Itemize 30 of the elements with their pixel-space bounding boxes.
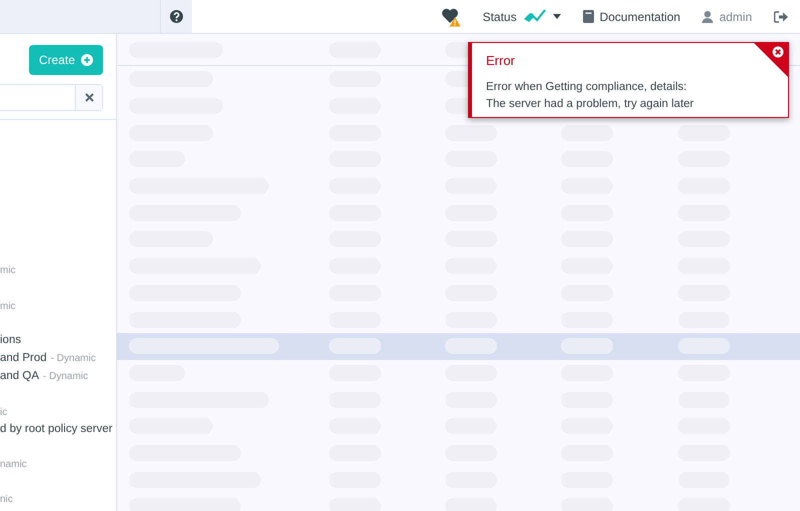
tree-item[interactable]: mic	[0, 298, 16, 316]
status-dropdown[interactable]: Status	[472, 6, 572, 26]
documentation-link[interactable]: Documentation	[572, 8, 692, 26]
tree-item[interactable]: ions	[0, 332, 22, 350]
clear-button[interactable]	[75, 85, 102, 110]
help-button[interactable]	[160, 0, 192, 33]
help-icon	[170, 10, 183, 23]
plus-circle-icon	[81, 54, 93, 66]
tree-item[interactable]: ic	[0, 404, 8, 422]
caret-icon	[552, 14, 561, 19]
toast-message: Error when Getting compliance, details:	[486, 80, 688, 94]
tree-item[interactable]: nic	[0, 491, 13, 508]
create-button[interactable]: Create	[28, 45, 103, 75]
close-icon	[84, 93, 94, 102]
toast-title: Error	[486, 52, 516, 70]
toast-corner-drawing[interactable]	[754, 43, 788, 77]
search-field[interactable]	[0, 0, 160, 33]
filter-field[interactable]	[0, 84, 103, 111]
tree-item[interactable]: mic	[0, 262, 16, 280]
user-icon	[702, 10, 714, 22]
table-row-highlighted[interactable]	[117, 332, 800, 360]
toast-message: The server had a problem, try again later	[486, 96, 695, 112]
tree-item[interactable]: and QA - Dynamic	[0, 368, 88, 386]
tree-item[interactable]: namic	[0, 456, 27, 474]
tree-item[interactable]: d by root policy server	[0, 421, 112, 438]
user-menu[interactable]: admin	[691, 8, 763, 26]
heart-warning-icon	[440, 6, 461, 26]
logout-icon	[774, 10, 788, 22]
book-icon	[582, 10, 594, 23]
tree-item[interactable]: and Prod - Dynamic	[0, 350, 96, 368]
